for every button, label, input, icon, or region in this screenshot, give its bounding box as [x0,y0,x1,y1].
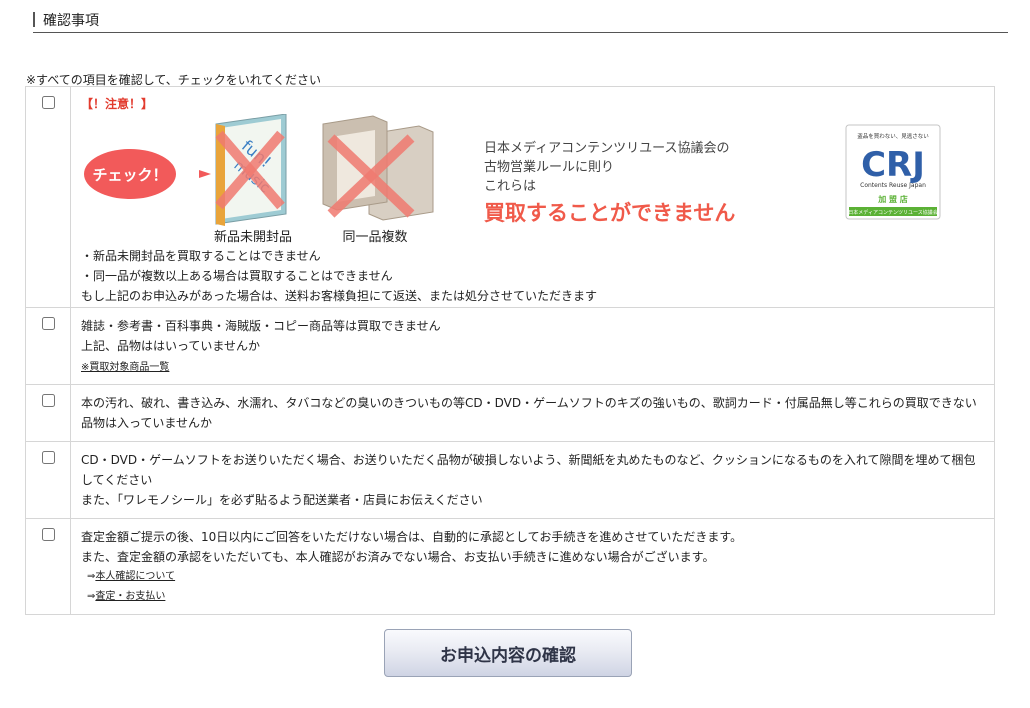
msg-line-3: これらは [484,179,536,194]
notice-line: また、査定金額の承認をいただいても、本人確認がお済みでない場合、お支払い手続きに… [81,550,715,564]
confirm-content-1: 【！注意！】 チェック！ fun! music 新品未開封品 [70,86,995,308]
purchase-items-list-link[interactable]: ※買取対象商品一覧 [81,362,169,373]
confirm-checkbox-3[interactable] [41,394,55,407]
confirm-row-2: 雑誌・参考書・百科事典・海賊版・コピー商品等は買取できません 上記、品物ははいっ… [25,307,995,385]
confirm-checkbox-5[interactable] [41,528,55,541]
crj-top-text: 盗品を買わない、見逃さない [857,132,929,140]
checkbox-cell [25,86,71,308]
confirm-checkbox-2[interactable] [41,317,55,330]
crj-letters: CRJ [861,145,925,185]
notice-line: 本の汚れ、破れ、書き込み、水濡れ、タバコなどの臭いのきついもの等CD・DVD・ゲ… [81,396,977,430]
notice-illustration: チェック！ fun! music 新品未開封品 同一品複 [81,113,984,246]
checkbox-cell [25,441,71,519]
confirm-row-5: 査定金額ご提示の後、10日以内にご回答をいただけない場合は、自動的に承認としてお… [25,518,995,615]
confirm-content-4: CD・DVD・ゲームソフトをお送りいただく場合、お送りいただく品物が破損しないよ… [70,441,995,519]
confirm-checkbox-1[interactable] [41,96,55,109]
confirm-row-1: 【！注意！】 チェック！ fun! music 新品未開封品 [25,86,995,308]
label-new-unopened: 新品未開封品 [214,229,292,245]
identity-check-link[interactable]: ⇒本人確認について [81,567,984,587]
msg-cannot-purchase: 買取することができません [484,201,735,225]
notice-line: 上記、品物ははいっていませんか [81,339,261,353]
section-title-text: 確認事項 [43,13,99,29]
section-title: 確認事項 [33,10,1008,33]
checkbox-cell [25,518,71,615]
confirm-content-5: 査定金額ご提示の後、10日以内にご回答をいただけない場合は、自動的に承認としてお… [70,518,995,615]
notice-line: 雑誌・参考書・百科事典・海賊版・コピー商品等は買取できません [81,319,441,333]
assessment-payment-link[interactable]: ⇒査定・お支払い [81,587,984,607]
crj-subtitle: Contents Reuse Japan [860,182,926,189]
confirm-content-3: 本の汚れ、破れ、書き込み、水濡れ、タバコなどの臭いのきついもの等CD・DVD・ゲ… [70,384,995,442]
label-duplicate: 同一品複数 [342,229,407,245]
confirm-row-4: CD・DVD・ゲームソフトをお送りいただく場合、お送りいただく品物が破損しないよ… [25,441,995,519]
notice-line: ・新品未開封品を買取することはできません [81,249,321,263]
notice-line: 査定金額ご提示の後、10日以内にご回答をいただけない場合は、自動的に承認としてお… [81,530,743,544]
check-badge-text: チェック！ [92,166,167,184]
notice-illustration-svg: チェック！ fun! music 新品未開封品 同一品複 [84,113,941,245]
notice-line: また、「ワレモノシール」を必ず貼るよう配送業者・店員にお伝えください [81,493,483,507]
crj-bottom-text: 日本メディアコンテンツリユース協議会 [848,209,937,216]
msg-line-2: 古物営業ルールに則り [484,159,614,175]
notice-line: CD・DVD・ゲームソフトをお送りいただく場合、お送りいただく品物が破損しないよ… [81,453,976,487]
notice-line: もし上記のお申込みがあった場合は、送料お客様負担にて返送、または処分させていただ… [81,289,598,303]
identity-check-link-label[interactable]: 本人確認について [95,571,175,582]
confirm-content-2: 雑誌・参考書・百科事典・海賊版・コピー商品等は買取できません 上記、品物ははいっ… [70,307,995,385]
crj-member: 加 盟 店 [877,194,908,204]
notice-line: ・同一品が複数以上ある場合は買取することはできません [81,269,393,283]
badge-arrow [199,170,211,178]
confirm-application-button[interactable]: お申込内容の確認 [384,629,632,677]
warning-label: 【！注意！】 [81,97,154,111]
confirmation-table: 【！注意！】 チェック！ fun! music 新品未開封品 [25,86,995,615]
assessment-payment-link-label[interactable]: 査定・お支払い [95,591,165,602]
msg-line-1: 日本メディアコンテンツリユース協議会の [484,140,729,156]
checkbox-cell [25,307,71,385]
checkbox-cell [25,384,71,442]
confirm-checkbox-4[interactable] [41,451,55,464]
confirm-row-3: 本の汚れ、破れ、書き込み、水濡れ、タバコなどの臭いのきついもの等CD・DVD・ゲ… [25,384,995,442]
title-bar [33,12,35,27]
